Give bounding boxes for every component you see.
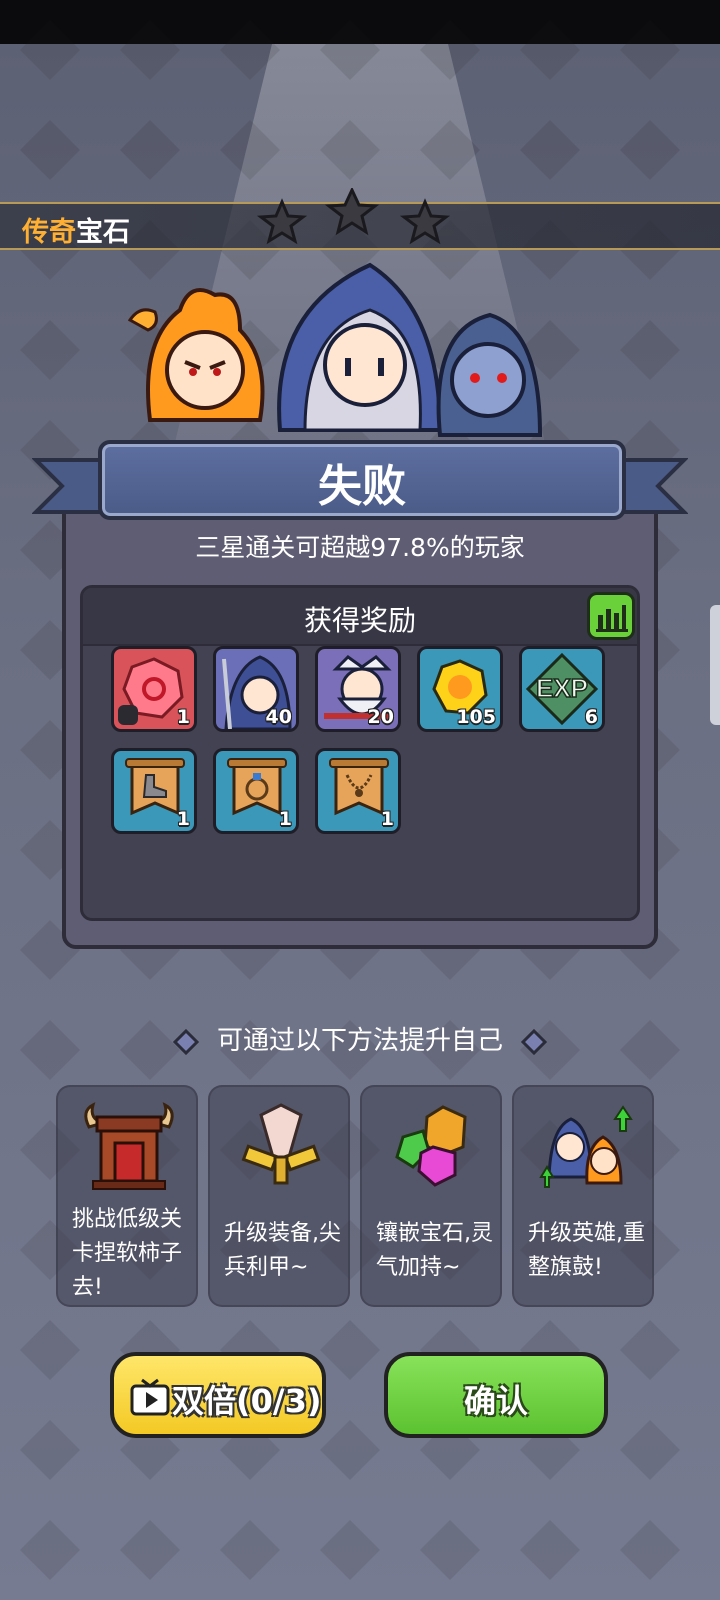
reward-item-red-gem[interactable]: 1: [111, 646, 197, 732]
reward-header: 获得奖励: [83, 588, 637, 646]
confirm-button[interactable]: 确认: [384, 1352, 608, 1438]
improve-card-gems[interactable]: 镶嵌宝石,灵气加持~: [360, 1085, 502, 1307]
item-quantity: 1: [176, 808, 190, 830]
star-rating: [256, 188, 451, 245]
item-quantity: 6: [584, 706, 598, 728]
improve-card-text: 挑战低级关卡捏软柿子去!: [72, 1207, 183, 1300]
reward-item-gold[interactable]: 105: [417, 646, 503, 732]
video-ad-icon: [130, 1378, 170, 1416]
gems-icon: [395, 1105, 467, 1187]
confirm-button-label: 确认: [463, 1382, 528, 1420]
reward-box: 获得奖励 1 40 20 105 EXP 6 1 1 1: [80, 585, 640, 921]
reward-item-mage-shard[interactable]: 40: [213, 646, 299, 732]
improve-title: 可通过以下方法提升自己: [0, 1020, 720, 1057]
item-quantity: 20: [367, 706, 394, 728]
side-drawer-handle[interactable]: [710, 605, 720, 725]
item-quantity: 1: [380, 808, 394, 830]
diamond-ornament-icon: [172, 1028, 199, 1055]
equipment-sword-icon: [241, 1103, 321, 1185]
reward-title: 获得奖励: [303, 604, 416, 637]
three-star-stat: 三星通关可超越97.8%的玩家: [195, 533, 525, 562]
hero-upgrade-icon: [539, 1105, 633, 1188]
bar-chart-icon: [596, 605, 628, 632]
reward-item-exp[interactable]: EXP 6: [519, 646, 605, 732]
reward-item-elder-shard[interactable]: 20: [315, 646, 401, 732]
item-quantity: 1: [176, 706, 190, 728]
stats-chart-button[interactable]: [587, 592, 635, 640]
result-ribbon: 失败: [98, 440, 626, 520]
star-icon: [256, 198, 308, 245]
improve-card-text: 升级英雄,重整旗鼓!: [528, 1221, 645, 1280]
svg-text:EXP: EXP: [536, 673, 588, 703]
item-quantity: 1: [278, 808, 292, 830]
mage-hero-icon: [277, 262, 443, 432]
mode-title: 传奇宝石: [22, 217, 130, 248]
fire-hero-icon: [127, 288, 265, 422]
improve-card-heroes[interactable]: 升级英雄,重整旗鼓!: [512, 1085, 654, 1307]
item-quantity: 105: [456, 706, 496, 728]
improve-card-equipment[interactable]: 升级装备,尖兵利甲~: [208, 1085, 350, 1307]
double-button-label: 双倍(0/3): [172, 1382, 322, 1420]
star-icon: [399, 198, 451, 245]
item-quantity: 40: [265, 706, 292, 728]
double-reward-button[interactable]: 双倍(0/3): [110, 1352, 326, 1438]
elf-hero-icon: [436, 312, 543, 437]
diamond-ornament-icon: [521, 1028, 547, 1055]
star-icon: [324, 188, 380, 236]
heroes-illustration: [127, 262, 543, 437]
reward-item-necklace-blueprint[interactable]: 1: [315, 748, 401, 834]
improve-card-text: 升级装备,尖兵利甲~: [224, 1221, 341, 1280]
reward-item-boot-blueprint[interactable]: 1: [111, 748, 197, 834]
stage-gate-icon: [84, 1102, 174, 1190]
reward-item-ring-blueprint[interactable]: 1: [213, 748, 299, 834]
improve-card-text: 镶嵌宝石,灵气加持~: [376, 1221, 493, 1280]
result-title: 失败: [318, 461, 406, 512]
improve-card-low-level[interactable]: 挑战低级关卡捏软柿子去!: [56, 1085, 198, 1307]
